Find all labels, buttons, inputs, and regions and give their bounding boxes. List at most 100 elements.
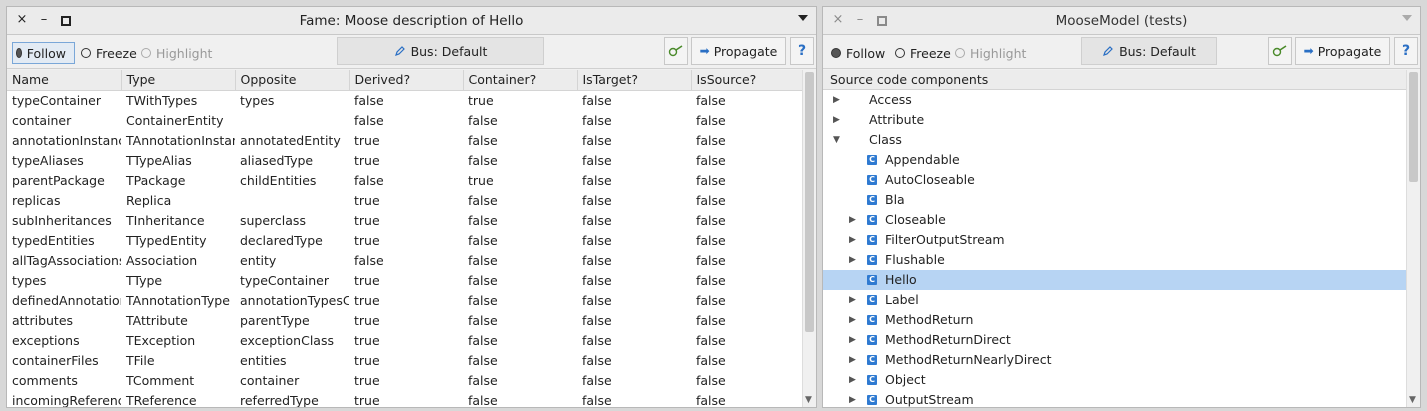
scroll-down-icon[interactable]: ▼: [805, 395, 812, 405]
table-cell: false: [463, 330, 577, 350]
tree-item-label: MethodReturnDirect: [885, 332, 1011, 347]
collapse-arrow-icon[interactable]: ▶: [849, 230, 856, 250]
scrollbar-thumb[interactable]: [805, 72, 814, 332]
table-cell: TAttribute: [121, 310, 235, 330]
table-cell: typeAliases: [7, 150, 121, 170]
window-menu-icon[interactable]: [1402, 15, 1412, 21]
inspect-button[interactable]: [1268, 37, 1292, 65]
scrollbar-thumb[interactable]: [1409, 72, 1418, 182]
tree-item[interactable]: ▼ Class: [823, 130, 1406, 150]
window-titlebar[interactable]: × – MooseModel (tests): [823, 7, 1420, 35]
scroll-down-icon[interactable]: ▼: [1409, 395, 1416, 405]
highlight-radio[interactable]: Highlight: [141, 42, 212, 64]
tree-item[interactable]: ▶ C Label: [823, 290, 1406, 310]
pencil-icon: [394, 46, 405, 56]
tree-item[interactable]: C Appendable: [823, 150, 1406, 170]
collapse-arrow-icon[interactable]: ▶: [849, 310, 856, 330]
class-icon: C: [867, 315, 877, 325]
table-row[interactable]: parentPackage TPackage childEntities false t…: [7, 170, 802, 190]
vertical-scrollbar[interactable]: ▼: [802, 70, 816, 407]
column-header[interactable]: Type: [121, 70, 236, 91]
tree-item[interactable]: ▶ C FilterOutputStream: [823, 230, 1406, 250]
tree-item[interactable]: ▶ C Object: [823, 370, 1406, 390]
propagate-button[interactable]: ➡ Propagate: [1295, 37, 1390, 65]
collapse-arrow-icon[interactable]: ▶: [849, 350, 856, 370]
table-row[interactable]: exceptions TException exceptionClass true fa…: [7, 330, 802, 350]
window-titlebar[interactable]: × – Fame: Moose description of Hello: [7, 7, 816, 35]
tree-item[interactable]: C Hello: [823, 270, 1406, 290]
help-button[interactable]: ?: [790, 37, 814, 65]
vertical-scrollbar[interactable]: ▼: [1406, 70, 1420, 407]
propagate-button[interactable]: ➡ Propagate: [691, 37, 786, 65]
follow-radio[interactable]: Follow: [831, 42, 885, 64]
tree-item[interactable]: ▶ Access: [823, 90, 1406, 110]
highlight-radio[interactable]: Highlight: [955, 42, 1026, 64]
table-row[interactable]: typeContainer TWithTypes types false true fal…: [7, 90, 802, 110]
table-row[interactable]: definedAnnotationTypesTAnnotationTypeann…: [7, 290, 802, 310]
tree-item[interactable]: ▶ Attribute: [823, 110, 1406, 130]
table-cell: replicas: [7, 190, 121, 210]
tree-item[interactable]: ▶ C MethodReturnDirect: [823, 330, 1406, 350]
collapse-arrow-icon[interactable]: ▶: [849, 210, 856, 230]
tree-item[interactable]: ▶ C Flushable: [823, 250, 1406, 270]
tree-item[interactable]: ▶ C MethodReturn: [823, 310, 1406, 330]
table-cell: TWithTypes: [121, 90, 235, 110]
bus-button[interactable]: Bus: Default: [337, 37, 544, 65]
table-row[interactable]: annotationInstancesTAnnotationInstancean…: [7, 130, 802, 150]
table-cell: false: [577, 150, 691, 170]
table-row[interactable]: comments TComment container true false false f…: [7, 370, 802, 390]
table-cell: TTypedEntity: [121, 230, 235, 250]
window-menu-icon[interactable]: [798, 15, 808, 21]
tree-item[interactable]: ▶ C Closeable: [823, 210, 1406, 230]
collapse-arrow-icon[interactable]: ▶: [833, 90, 840, 110]
table-cell: [235, 110, 349, 130]
table-cell: false: [577, 250, 691, 270]
column-header[interactable]: Opposite: [235, 70, 350, 91]
table-cell: TPackage: [121, 170, 235, 190]
table-row[interactable]: types TType typeContainer true false false fal…: [7, 270, 802, 290]
table-row[interactable]: containerFiles TFile entities true false fals…: [7, 350, 802, 370]
table-cell: true: [349, 210, 463, 230]
collapse-arrow-icon[interactable]: ▶: [849, 390, 856, 407]
table-row[interactable]: incomingReferencesTReferencereferredType…: [7, 390, 802, 407]
table-row[interactable]: attributes TAttribute parentType true false f…: [7, 310, 802, 330]
table-cell: exceptionClass: [235, 330, 349, 350]
table-row[interactable]: subInheritances TInheritance superclass tru…: [7, 210, 802, 230]
table-cell: TComment: [121, 370, 235, 390]
help-button[interactable]: ?: [1394, 37, 1418, 65]
expand-arrow-icon[interactable]: ▼: [833, 130, 840, 150]
freeze-radio[interactable]: Freeze: [895, 42, 951, 64]
table-row[interactable]: typedEntities TTypedEntity declaredType tru…: [7, 230, 802, 250]
table-cell: childEntities: [235, 170, 349, 190]
follow-radio[interactable]: Follow: [12, 42, 75, 64]
table-cell: declaredType: [235, 230, 349, 250]
table-row[interactable]: typeAliases TTypeAlias aliasedType true fals…: [7, 150, 802, 170]
tree-item[interactable]: C Bla: [823, 190, 1406, 210]
table-row[interactable]: replicas Replica true false false false: [7, 190, 802, 210]
table-cell: types: [235, 90, 349, 110]
collapse-arrow-icon[interactable]: ▶: [833, 110, 840, 130]
collapse-arrow-icon[interactable]: ▶: [849, 330, 856, 350]
column-header[interactable]: Derived?: [349, 70, 464, 91]
collapse-arrow-icon[interactable]: ▶: [849, 290, 856, 310]
table-row[interactable]: allTagAssociations Association entity false…: [7, 250, 802, 270]
column-header[interactable]: IsTarget?: [577, 70, 692, 91]
freeze-radio[interactable]: Freeze: [81, 42, 137, 64]
table-cell: true: [349, 390, 463, 407]
column-header[interactable]: IsSource?: [691, 70, 803, 91]
column-header[interactable]: Container?: [463, 70, 578, 91]
tree-item[interactable]: ▶ C MethodReturnNearlyDirect: [823, 350, 1406, 370]
collapse-arrow-icon[interactable]: ▶: [849, 370, 856, 390]
column-header[interactable]: Name: [7, 70, 122, 91]
inspect-button[interactable]: [664, 37, 688, 65]
table-cell: false: [349, 110, 463, 130]
table-row[interactable]: container ContainerEntity false false false f…: [7, 110, 802, 130]
collapse-arrow-icon[interactable]: ▶: [849, 250, 856, 270]
class-icon: C: [867, 295, 877, 305]
tree-item[interactable]: ▶ C OutputStream: [823, 390, 1406, 407]
tree-item-label: Closeable: [885, 212, 946, 227]
table-cell: false: [691, 130, 802, 150]
tree-item[interactable]: C AutoCloseable: [823, 170, 1406, 190]
table-cell: false: [463, 210, 577, 230]
bus-button[interactable]: Bus: Default: [1081, 37, 1217, 65]
